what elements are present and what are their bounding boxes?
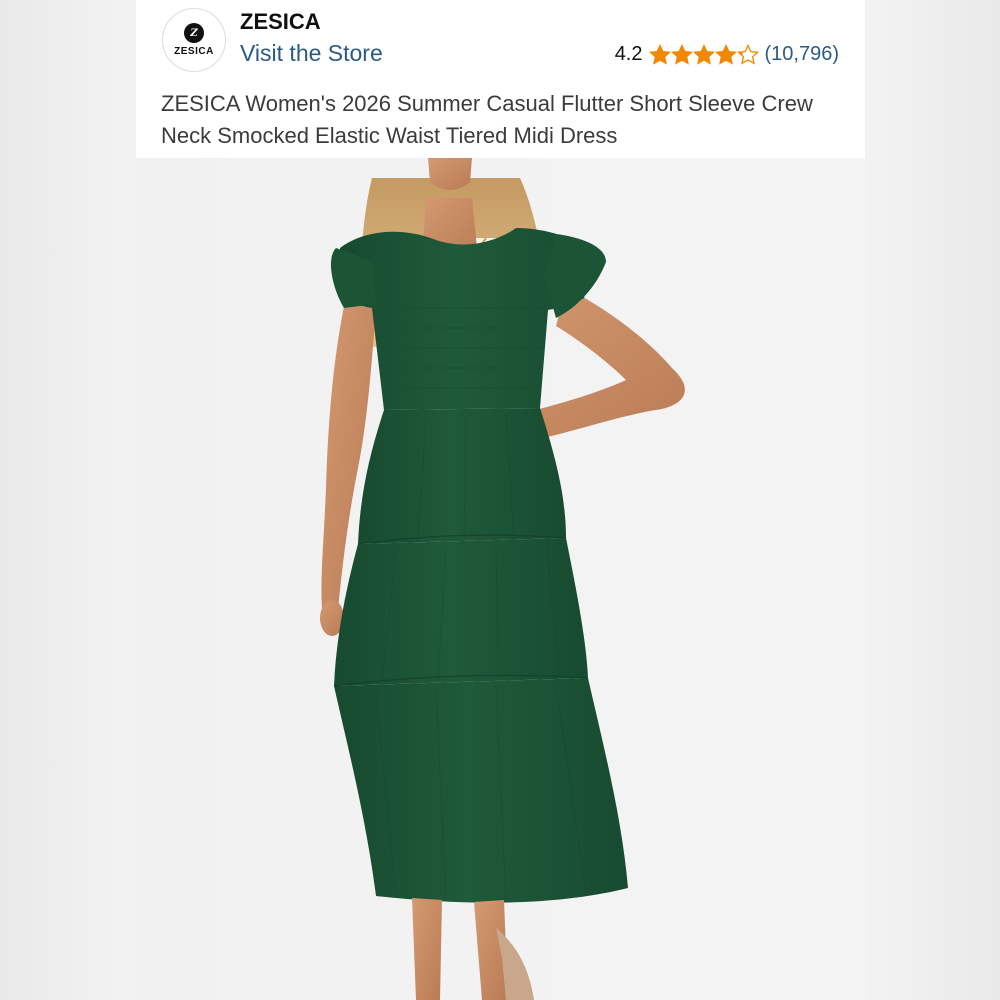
visit-store-link[interactable]: Visit the Store — [240, 40, 383, 67]
star-icon — [714, 43, 737, 65]
review-count-link[interactable]: (10,796) — [765, 43, 840, 66]
star-rating — [648, 43, 759, 66]
product-header: Z ZESICA ZESICA Visit the Store 4.2 (10,… — [136, 0, 865, 158]
dress-tier-1 — [358, 408, 566, 544]
chin — [428, 158, 472, 190]
rating-value: 4.2 — [614, 43, 643, 65]
star-icon — [692, 43, 715, 65]
leg-left — [412, 898, 442, 1000]
logo-text: ZESICA — [174, 46, 214, 57]
star-icon — [648, 43, 671, 65]
store-logo[interactable]: Z ZESICA — [162, 8, 226, 72]
background-left — [0, 0, 136, 1000]
star-icon — [670, 43, 693, 65]
rating-summary[interactable]: 4.2 (10,796) — [615, 43, 839, 66]
logo-monogram: Z — [184, 23, 204, 43]
product-photo[interactable] — [136, 158, 865, 1000]
product-title[interactable]: ZESICA Women's 2026 Summer Casual Flutte… — [161, 88, 851, 152]
dress-tier-2 — [334, 538, 588, 686]
star-icon — [736, 43, 759, 65]
product-card: Z ZESICA ZESICA Visit the Store 4.2 (10,… — [136, 0, 865, 1000]
brand-name: ZESICA — [240, 9, 321, 34]
background-right — [865, 0, 1000, 1000]
